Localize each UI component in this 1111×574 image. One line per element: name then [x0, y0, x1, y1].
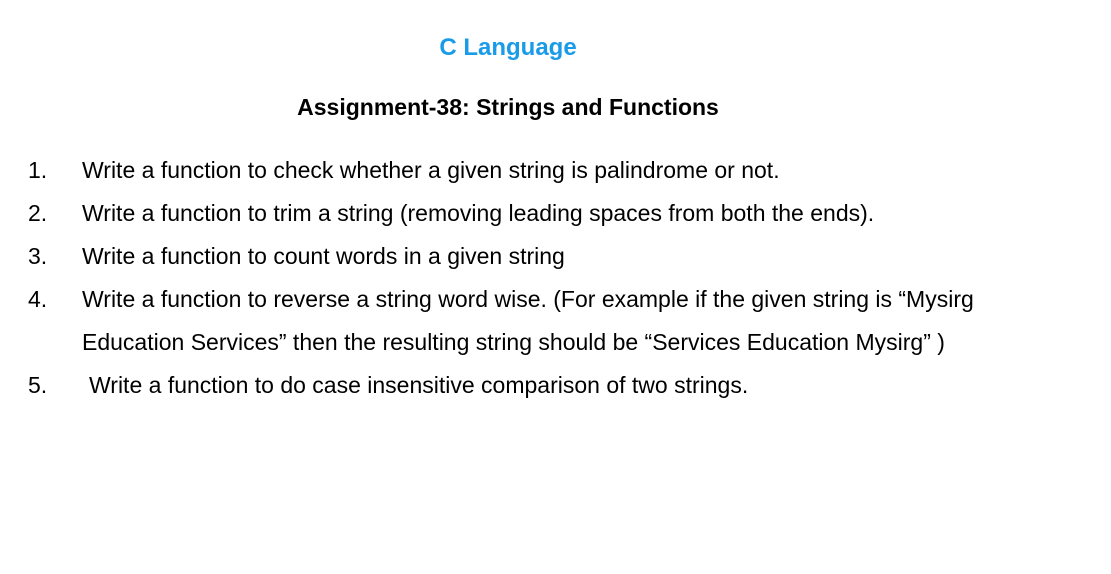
question-text: Write a function to do case insensitive …: [89, 372, 749, 398]
question-item: 4. Write a function to reverse a string …: [0, 278, 1100, 364]
question-number: 1.: [28, 157, 48, 183]
question-item: 5. Write a function to do case insensiti…: [0, 364, 1100, 407]
question-number: 2.: [28, 200, 48, 226]
question-number: 4.: [28, 286, 48, 312]
question-number: 5.: [28, 372, 48, 398]
question-text: Write a function to check whether a give…: [82, 157, 780, 183]
question-list: 1. Write a function to check whether a g…: [0, 149, 1100, 407]
document-page: C Language Assignment-38: Strings and Fu…: [0, 0, 1111, 574]
question-item: 3. Write a function to count words in a …: [0, 235, 1100, 278]
question-item: 1. Write a function to check whether a g…: [0, 149, 1100, 192]
question-item: 2. Write a function to trim a string (re…: [0, 192, 1100, 235]
question-text: Write a function to trim a string (remov…: [82, 200, 875, 226]
question-number: 3.: [28, 243, 48, 269]
assignment-title: Assignment-38: Strings and Functions: [297, 94, 719, 120]
question-text: Write a function to count words in a giv…: [82, 243, 565, 269]
course-title: C Language: [439, 34, 577, 61]
question-text: Write a function to reverse a string wor…: [82, 286, 974, 355]
